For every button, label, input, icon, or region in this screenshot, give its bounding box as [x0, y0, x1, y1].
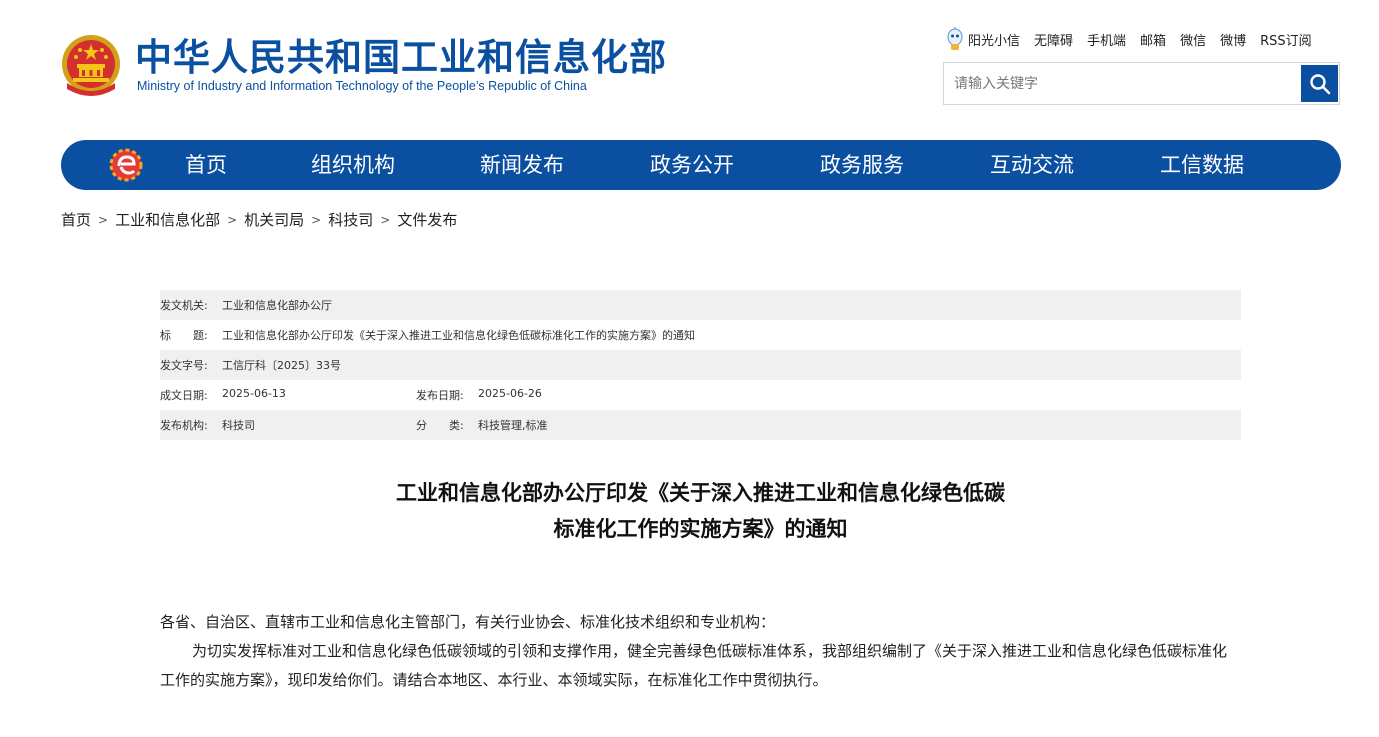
national-emblem-icon[interactable]	[59, 33, 123, 99]
published-date-value: 2025-06-26	[478, 387, 542, 400]
info-row-doc-number: 发文字号: 工信厅科〔2025〕33号	[160, 350, 1241, 380]
issuer-value: 工业和信息化部办公厅	[222, 299, 332, 312]
created-date-label: 成文日期:	[160, 389, 208, 402]
document-title-line1: 工业和信息化部办公厅印发《关于深入推进工业和信息化绿色低碳	[396, 481, 1005, 505]
breadcrumb-separator: >	[380, 212, 391, 227]
breadcrumb-documents[interactable]: 文件发布	[397, 209, 457, 230]
breadcrumb: 首页 > 工业和信息化部 > 机关司局 > 科技司 > 文件发布	[61, 209, 457, 230]
nav-organization[interactable]: 组织机构	[311, 140, 395, 190]
top-link-sunshine[interactable]: 阳光小信	[968, 30, 1020, 49]
e-gov-logo-icon	[109, 148, 143, 182]
category-value: 科技管理,标准	[478, 419, 548, 432]
document-paragraph: 为切实发挥标准对工业和信息化绿色低碳领域的引领和支撑作用，健全完善绿色低碳标准体…	[160, 642, 1228, 689]
site-subtitle-en: Ministry of Industry and Information Tec…	[137, 79, 587, 93]
top-links: 阳光小信 无障碍 手机端 邮箱 微信 微博 RSS订阅	[946, 27, 1312, 51]
search-button[interactable]	[1301, 65, 1338, 102]
nav-home[interactable]: 首页	[185, 140, 227, 190]
issuer-label: 发文机关:	[160, 299, 208, 312]
published-date-label: 发布日期:	[416, 389, 464, 402]
top-link-weibo[interactable]: 微博	[1220, 30, 1246, 49]
top-link-rss[interactable]: RSS订阅	[1260, 30, 1312, 49]
info-row-title: 标 题: 工业和信息化部办公厅印发《关于深入推进工业和信息化绿色低碳标准化工作的…	[160, 320, 1241, 350]
info-row-org-category: 发布机构: 科技司 分 类: 科技管理,标准	[160, 410, 1241, 440]
breadcrumb-separator: >	[98, 212, 109, 227]
main-nav: 首页 组织机构 新闻发布 政务公开 政务服务 互动交流 工信数据	[61, 140, 1341, 190]
org-label: 发布机构:	[160, 419, 208, 432]
document-title: 工业和信息化部办公厅印发《关于深入推进工业和信息化绿色低碳 标准化工作的实施方案…	[160, 475, 1241, 547]
breadcrumb-separator: >	[227, 212, 238, 227]
title-value: 工业和信息化部办公厅印发《关于深入推进工业和信息化绿色低碳标准化工作的实施方案》…	[222, 329, 695, 342]
nav-government-services[interactable]: 政务服务	[820, 140, 904, 190]
nav-news[interactable]: 新闻发布	[480, 140, 564, 190]
document-salutation: 各省、自治区、直辖市工业和信息化主管部门，有关行业协会、标准化技术组织和专业机构…	[160, 613, 776, 631]
site-title[interactable]: 中华人民共和国工业和信息化部	[135, 36, 667, 80]
document-body: 各省、自治区、直辖市工业和信息化主管部门，有关行业协会、标准化技术组织和专业机构…	[160, 608, 1241, 695]
top-link-mobile[interactable]: 手机端	[1087, 30, 1126, 49]
nav-government-affairs[interactable]: 政务公开	[650, 140, 734, 190]
nav-data[interactable]: 工信数据	[1160, 140, 1244, 190]
info-row-issuer: 发文机关: 工业和信息化部办公厅	[160, 290, 1241, 320]
doc-number-label: 发文字号:	[160, 359, 208, 372]
breadcrumb-separator: >	[311, 212, 322, 227]
document-info-table: 发文机关: 工业和信息化部办公厅 标 题: 工业和信息化部办公厅印发《关于深入推…	[160, 290, 1241, 440]
breadcrumb-ministry[interactable]: 工业和信息化部	[115, 209, 220, 230]
breadcrumb-home[interactable]: 首页	[61, 209, 91, 230]
search-box	[943, 62, 1340, 105]
info-row-dates: 成文日期: 2025-06-13 发布日期: 2025-06-26	[160, 380, 1241, 410]
document-title-line2: 标准化工作的实施方案》的通知	[553, 517, 848, 541]
robot-assistant-icon[interactable]	[946, 27, 964, 51]
created-date-value: 2025-06-13	[222, 387, 286, 400]
category-label: 分 类:	[416, 419, 464, 432]
top-link-email[interactable]: 邮箱	[1140, 30, 1166, 49]
doc-number-value: 工信厅科〔2025〕33号	[222, 359, 341, 372]
search-input[interactable]	[954, 63, 1294, 104]
breadcrumb-science-dept[interactable]: 科技司	[328, 209, 373, 230]
top-link-accessibility[interactable]: 无障碍	[1034, 30, 1073, 49]
top-link-wechat[interactable]: 微信	[1180, 30, 1206, 49]
nav-interaction[interactable]: 互动交流	[990, 140, 1074, 190]
org-value: 科技司	[222, 419, 255, 432]
search-icon	[1309, 73, 1330, 94]
title-label: 标 题:	[160, 329, 208, 342]
breadcrumb-departments[interactable]: 机关司局	[244, 209, 304, 230]
